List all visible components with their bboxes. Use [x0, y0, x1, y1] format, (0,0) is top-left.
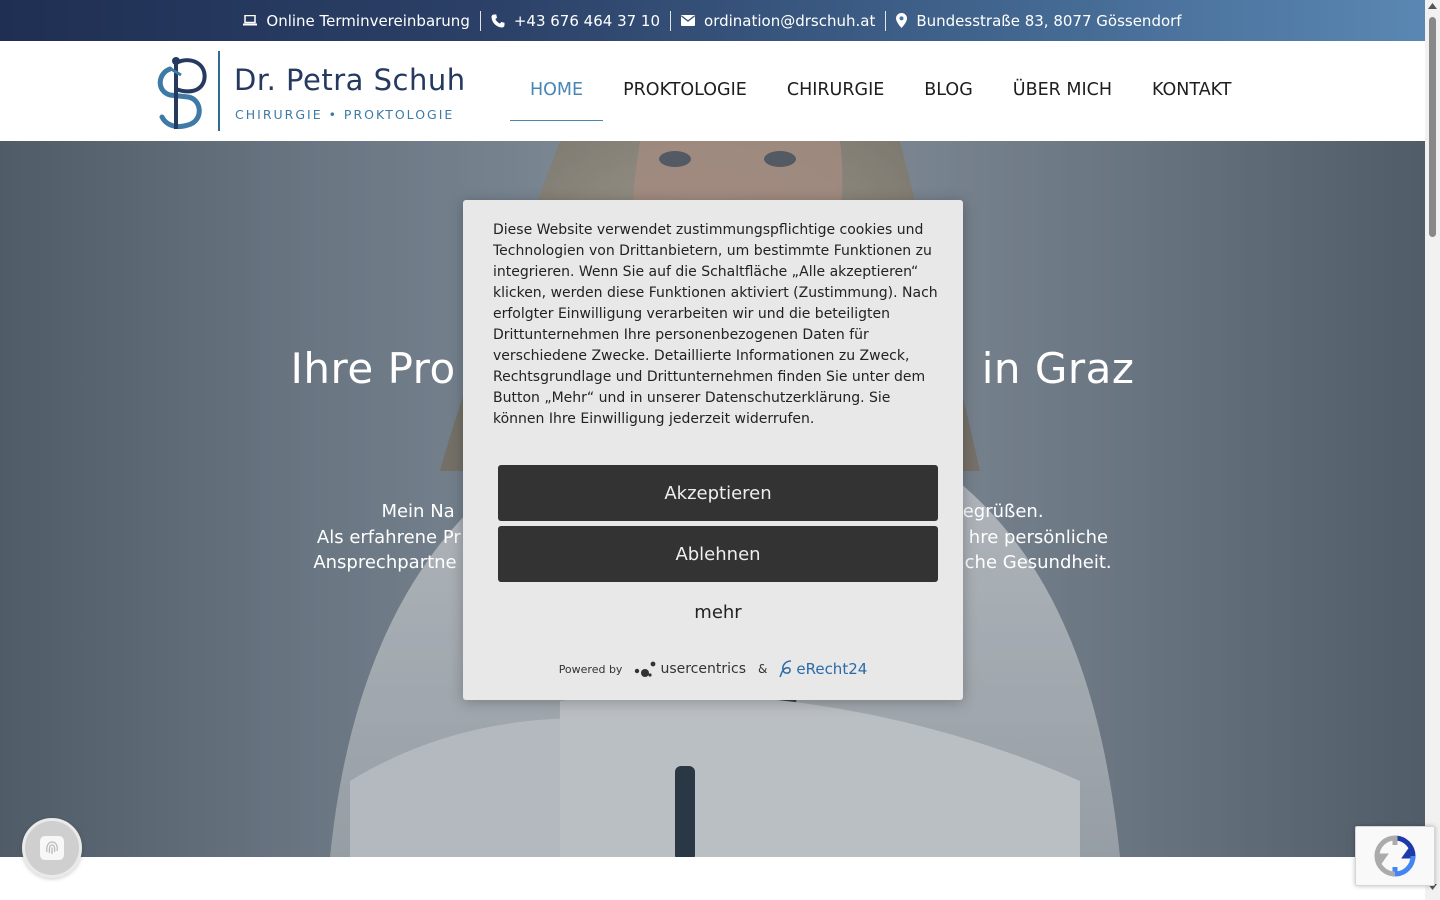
recaptcha-badge[interactable] [1355, 826, 1435, 886]
more-link[interactable]: mehr [668, 602, 768, 623]
logo-tagline: CHIRURGIE • PROKTOLOGIE [235, 107, 455, 122]
powered-by-label: Powered by [558, 662, 623, 676]
phone-icon [491, 14, 505, 27]
nav-item-home[interactable]: HOME [510, 41, 604, 121]
address-text: Bundesstraße 83, 8077 Gössendorf [916, 11, 1182, 30]
map-pin-icon [896, 13, 908, 28]
fingerprint-icon [40, 836, 64, 860]
phone-link[interactable]: +43 676 464 37 10 [481, 12, 670, 30]
decline-button[interactable]: Ablehnen [498, 526, 938, 582]
online-booking-label: Online Terminvereinbarung [266, 11, 470, 30]
usercentrics-logo[interactable]: usercentrics [634, 659, 746, 679]
email-address: ordination@drschuh.at [704, 11, 876, 30]
address-link[interactable]: Bundesstraße 83, 8077 Gössendorf [886, 12, 1191, 30]
logo[interactable]: Dr. Petra Schuh CHIRURGIE • PROKTOLOGIE [152, 49, 465, 133]
erecht24-label: eRecht24 [796, 660, 868, 678]
nav-item-ueber-mich[interactable]: ÜBER MICH [993, 41, 1132, 121]
usercentrics-label: usercentrics [660, 661, 746, 677]
phone-number: +43 676 464 37 10 [513, 11, 661, 30]
ampersand: & [758, 662, 768, 676]
logo-divider [218, 51, 220, 131]
site-header: Dr. Petra Schuh CHIRURGIE • PROKTOLOGIE … [0, 41, 1425, 141]
nav-item-blog[interactable]: BLOG [904, 41, 992, 121]
recaptcha-icon [1374, 835, 1416, 877]
nav-item-chirurgie[interactable]: CHIRURGIE [767, 41, 904, 121]
page-scrollbar[interactable] [1425, 0, 1440, 900]
cookie-consent-dialog: Diese Website verwendet zustimmungspflic… [463, 200, 963, 700]
logo-mark-icon [157, 57, 207, 130]
consent-text: Diese Website verwendet zustimmungspflic… [493, 222, 938, 427]
main-nav: HOME PROKTOLOGIE CHIRURGIE BLOG ÜBER MIC… [510, 41, 1252, 141]
erecht24-logo[interactable]: eRecht24 [779, 659, 867, 679]
usercentrics-dots-icon [635, 661, 656, 677]
accept-button[interactable]: Akzeptieren [498, 465, 938, 521]
erecht24-mark-icon [779, 660, 792, 678]
scroll-up-arrow-icon[interactable] [1428, 3, 1437, 9]
logo-name: Dr. Petra Schuh [234, 63, 466, 97]
laptop-icon [243, 15, 258, 26]
privacy-settings-button[interactable] [22, 818, 82, 878]
nav-item-kontakt[interactable]: KONTAKT [1132, 41, 1252, 121]
nav-item-proktologie[interactable]: PROKTOLOGIE [603, 41, 767, 121]
email-link[interactable]: ordination@drschuh.at [671, 12, 885, 30]
top-info-bar: Online Terminvereinbarung +43 676 464 37… [0, 0, 1425, 41]
scrollbar-thumb[interactable] [1429, 17, 1436, 237]
online-booking-link[interactable]: Online Terminvereinbarung [233, 12, 479, 30]
envelope-icon [681, 15, 696, 26]
powered-by-footer: Powered by usercentrics & eRecht24 [463, 654, 963, 684]
